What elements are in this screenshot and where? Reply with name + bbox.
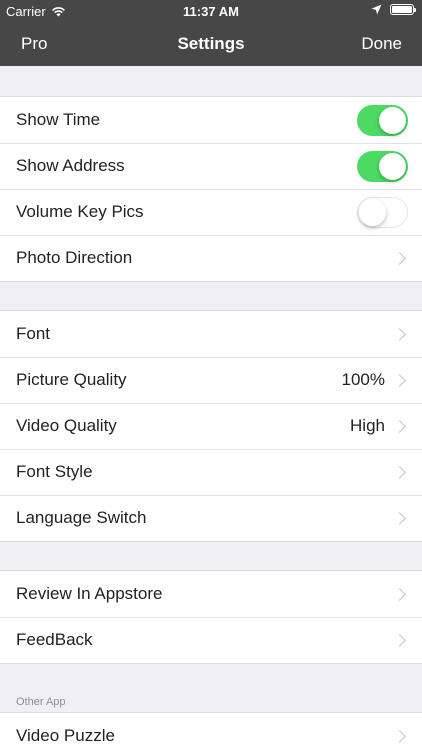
settings-group-other-app: Video Puzzle bbox=[0, 712, 422, 750]
chevron-right-icon bbox=[393, 587, 406, 601]
row-video-quality[interactable]: Video Quality High bbox=[0, 403, 422, 449]
settings-group-display: Show Time Show Address Volume Key Pics P… bbox=[0, 96, 422, 282]
row-video-puzzle[interactable]: Video Puzzle bbox=[0, 713, 422, 750]
show-address-toggle[interactable] bbox=[357, 150, 408, 182]
chevron-right-icon bbox=[393, 729, 406, 743]
toggle-knob bbox=[379, 106, 406, 134]
row-label: Font bbox=[16, 324, 51, 343]
row-label: Video Quality bbox=[16, 416, 117, 435]
done-button[interactable]: Done bbox=[361, 34, 402, 54]
status-right bbox=[371, 4, 416, 15]
row-label: FeedBack bbox=[16, 630, 93, 649]
row-label: Volume Key Pics bbox=[16, 202, 144, 221]
row-font[interactable]: Font bbox=[0, 311, 422, 357]
battery-icon bbox=[390, 4, 416, 15]
chevron-right-icon bbox=[393, 373, 406, 387]
row-label: Language Switch bbox=[16, 508, 147, 527]
navigation-bar: Pro Settings Done bbox=[0, 22, 422, 66]
row-show-time: Show Time bbox=[0, 97, 422, 143]
row-label: Video Puzzle bbox=[16, 726, 115, 745]
settings-group-quality: Font Picture Quality 100% Video Quality … bbox=[0, 310, 422, 542]
row-picture-quality[interactable]: Picture Quality 100% bbox=[0, 357, 422, 403]
row-label: Show Address bbox=[16, 156, 125, 175]
row-label: Show Time bbox=[16, 110, 101, 129]
volume-key-pics-toggle[interactable] bbox=[357, 196, 408, 228]
row-volume-key-pics: Volume Key Pics bbox=[0, 189, 422, 235]
settings-group-feedback: Review In Appstore FeedBack bbox=[0, 570, 422, 664]
row-label: Photo Direction bbox=[16, 248, 133, 267]
row-label: Review In Appstore bbox=[16, 584, 163, 603]
location-arrow-icon bbox=[371, 4, 382, 15]
row-font-style[interactable]: Font Style bbox=[0, 449, 422, 495]
toggle-knob bbox=[379, 152, 406, 180]
chevron-right-icon bbox=[393, 419, 406, 433]
video-quality-value: High bbox=[350, 416, 385, 435]
status-bar: Carrier 11:37 AM bbox=[0, 0, 422, 22]
row-label: Picture Quality bbox=[16, 370, 127, 389]
row-feedback[interactable]: FeedBack bbox=[0, 617, 422, 663]
chevron-right-icon bbox=[393, 511, 406, 525]
toggle-knob bbox=[359, 198, 386, 226]
row-show-address: Show Address bbox=[0, 143, 422, 189]
chevron-right-icon bbox=[393, 327, 406, 341]
chevron-right-icon bbox=[393, 251, 406, 265]
chevron-right-icon bbox=[393, 633, 406, 647]
show-time-toggle[interactable] bbox=[357, 104, 408, 136]
row-language-switch[interactable]: Language Switch bbox=[0, 495, 422, 541]
row-review-appstore[interactable]: Review In Appstore bbox=[0, 571, 422, 617]
picture-quality-value: 100% bbox=[341, 370, 385, 389]
row-photo-direction[interactable]: Photo Direction bbox=[0, 235, 422, 281]
status-time: 11:37 AM bbox=[183, 4, 239, 19]
chevron-right-icon bbox=[393, 465, 406, 479]
page-title: Settings bbox=[177, 34, 245, 53]
row-label: Font Style bbox=[16, 462, 93, 481]
section-header-other-app: Other App bbox=[16, 696, 66, 708]
